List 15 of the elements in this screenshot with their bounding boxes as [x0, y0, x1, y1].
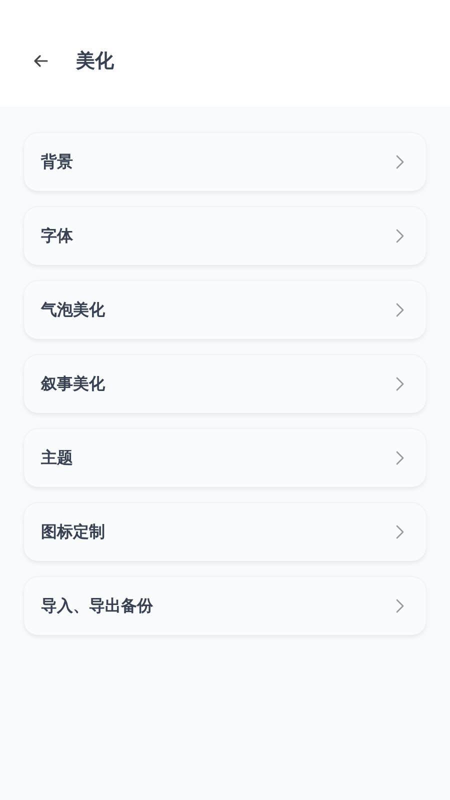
chevron-icon	[396, 525, 404, 539]
menu-item[interactable]: 叙事美化	[24, 355, 426, 413]
menu-item[interactable]: 主题	[24, 429, 426, 487]
chevron-icon	[396, 599, 404, 613]
menu-item[interactable]: 字体	[24, 207, 426, 265]
menu-item[interactable]: 导入、导出备份	[24, 577, 426, 635]
menu-item[interactable]: 图标定制	[24, 503, 426, 561]
menu-item[interactable]: 背景	[24, 133, 426, 191]
chevron-icon	[396, 229, 404, 243]
chevron-icon	[396, 303, 404, 317]
page-title: 美化	[76, 48, 114, 74]
chevron-icon	[396, 451, 404, 465]
chevron-icon	[396, 377, 404, 391]
menu-item[interactable]: 气泡美化	[24, 281, 426, 339]
chevron-icon	[396, 155, 404, 169]
